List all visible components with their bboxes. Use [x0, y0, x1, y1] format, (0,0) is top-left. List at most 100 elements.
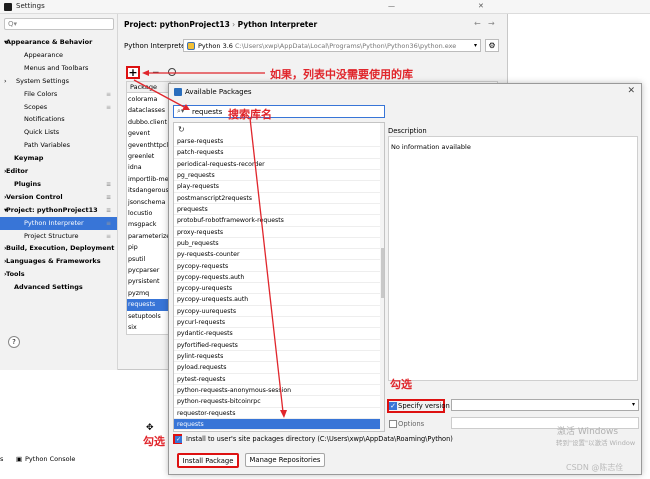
list-scrollbar[interactable]	[380, 123, 384, 431]
available-package-row[interactable]: pycopy-requests	[174, 261, 380, 272]
settings-search-input[interactable]: Q▾	[4, 18, 114, 30]
installed-package-row[interactable]: msgpack	[127, 219, 169, 231]
sidebar-item[interactable]: Menus and Toolbars	[0, 62, 117, 75]
sidebar-item[interactable]: ▾ Appearance & Behavior	[0, 36, 117, 49]
available-package-row[interactable]: pycopy-uurequests	[174, 306, 380, 318]
available-package-row[interactable]: pg_requests	[174, 170, 380, 182]
available-package-row[interactable]: play-requests	[174, 181, 380, 193]
installed-package-row[interactable]: colorama	[127, 94, 169, 106]
available-package-row[interactable]: pycopy-urequests	[174, 283, 380, 295]
installed-package-row[interactable]: setuptools	[127, 311, 169, 323]
installed-package-row[interactable]: six	[127, 322, 169, 334]
sidebar-item[interactable]: › System Settings	[0, 75, 117, 88]
installed-package-row[interactable]: jsonschema	[127, 197, 169, 209]
sidebar-item-label: Advanced Settings	[14, 283, 83, 292]
sidebar-item[interactable]: Advanced Settings	[0, 281, 117, 294]
sidebar-item-label: System Settings	[16, 76, 69, 85]
sidebar-item[interactable]: › Build, Execution, Deployment	[0, 242, 117, 255]
installed-package-row[interactable]: gevent	[127, 128, 169, 140]
remove-package-icon[interactable]: −	[152, 68, 160, 78]
available-package-row[interactable]: requests	[174, 419, 380, 431]
available-package-row[interactable]: python-requests-bitcoinrpc	[174, 396, 380, 408]
sidebar-item[interactable]: › Editor	[0, 165, 117, 178]
python-console-tab[interactable]: Python Console	[25, 455, 75, 463]
refresh-icon[interactable]: ↻	[178, 125, 185, 134]
available-package-row[interactable]: pylint-requests	[174, 351, 380, 363]
available-package-row[interactable]: pytest-requests	[174, 374, 380, 386]
available-package-row[interactable]: protobuf-robotframework-requests	[174, 215, 380, 227]
available-package-row[interactable]: postmanscript2requests	[174, 193, 380, 204]
app-icon	[4, 3, 12, 11]
installed-package-row[interactable]: idna	[127, 162, 169, 174]
installed-package-row[interactable]: greenlet	[127, 151, 169, 163]
sidebar-item[interactable]: › Version Control ≡	[0, 191, 117, 204]
sidebar-item[interactable]: Keymap	[0, 152, 117, 165]
installed-package-row[interactable]: dataclasses	[127, 105, 169, 117]
sidebar-item-label: Path Variables	[24, 141, 71, 150]
installed-package-row[interactable]: itsdangerous	[127, 185, 169, 197]
sidebar-item[interactable]: Notifications	[0, 113, 117, 126]
installed-package-row[interactable]: pyzmq	[127, 288, 169, 300]
gear-icon[interactable]: ⚙	[485, 39, 499, 52]
available-package-row[interactable]: prequests	[174, 204, 380, 216]
available-package-row[interactable]: pub_requests	[174, 238, 380, 250]
sidebar-item[interactable]: Project Structure ≡	[0, 230, 117, 243]
available-package-row[interactable]: parse-requests	[174, 136, 380, 148]
sidebar-item[interactable]: › Languages & Frameworks	[0, 255, 117, 268]
sidebar-item[interactable]: ▾ Project: pythonProject13 ≡	[0, 204, 117, 217]
options-checkbox[interactable]	[389, 420, 397, 428]
help-icon[interactable]: ?	[8, 336, 20, 348]
installed-package-row[interactable]: pyrsistent	[127, 276, 169, 288]
installed-package-row[interactable]: psutil	[127, 254, 169, 266]
sidebar-item[interactable]: Python Interpreter ≡	[0, 216, 117, 230]
chevron-right-icon[interactable]: ›	[4, 75, 7, 88]
sidebar-item[interactable]: Path Variables	[0, 139, 117, 152]
sidebar-item[interactable]: › Tools	[0, 268, 117, 281]
available-package-row[interactable]: py-requests-counter	[174, 249, 380, 261]
install-package-button[interactable]: Install Package	[177, 453, 239, 468]
add-package-button[interactable]: +	[126, 66, 140, 79]
install-to-user-checkbox[interactable]: ✓	[175, 436, 182, 443]
installed-package-row[interactable]: locustio	[127, 208, 169, 220]
close-icon[interactable]: ✕	[478, 2, 484, 10]
specify-version-checkbox[interactable]: ✓	[389, 402, 397, 410]
manage-repositories-button[interactable]: Manage Repositories	[245, 453, 325, 467]
available-package-row[interactable]: pycopy-urequests.auth	[174, 294, 380, 306]
available-package-row[interactable]: periodical-requests-recorder	[174, 159, 380, 170]
sidebar-item[interactable]: Plugins ≡	[0, 178, 117, 191]
available-package-row[interactable]: requestor-requests	[174, 408, 380, 419]
available-package-row[interactable]: pycopy-requests.auth	[174, 272, 380, 284]
close-icon[interactable]: ✕	[627, 86, 635, 96]
forward-arrow-icon[interactable]: →	[488, 19, 495, 28]
available-package-row[interactable]: pydantic-requests	[174, 328, 380, 340]
scrollbar-thumb[interactable]	[381, 248, 384, 298]
available-package-row[interactable]: pyfortified-requests	[174, 340, 380, 352]
available-package-row[interactable]: proxy-requests	[174, 227, 380, 238]
breadcrumb-project[interactable]: Project: pythonProject13	[124, 20, 230, 29]
installed-package-row[interactable]: pip	[127, 242, 169, 254]
interpreter-select[interactable]: Python 3.6 C:\Users\xwp\AppData\Local\Pr…	[183, 39, 481, 52]
available-package-row[interactable]: pycurl-requests	[174, 317, 380, 329]
sidebar-item-label: Quick Lists	[24, 128, 60, 137]
available-package-row[interactable]: python-requests-anonymous-session	[174, 385, 380, 397]
installed-package-row[interactable]: pycparser	[127, 265, 169, 277]
available-package-row[interactable]: pyload.requests	[174, 362, 380, 374]
installed-package-row[interactable]: typing-extens	[127, 333, 169, 334]
sidebar-item-label: Scopes	[24, 102, 48, 111]
back-arrow-icon[interactable]: ←	[474, 19, 481, 28]
sidebar-item[interactable]: Appearance	[0, 49, 117, 62]
show-early-releases-icon[interactable]	[168, 68, 176, 76]
package-column-header[interactable]: Package	[127, 82, 169, 93]
installed-package-row[interactable]: parameterize	[127, 231, 169, 243]
installed-package-row[interactable]: importlib-met	[127, 174, 169, 186]
sidebar-item[interactable]: Quick Lists	[0, 126, 117, 139]
available-package-row[interactable]: patch-requests	[174, 147, 380, 159]
installed-package-row[interactable]: geventhttpclie	[127, 140, 169, 152]
installed-package-row[interactable]: dubbo.client	[127, 117, 169, 129]
version-select[interactable]: ▾	[451, 399, 639, 411]
package-search-input[interactable]: ⌕▾ requests	[173, 105, 385, 118]
installed-package-row[interactable]: requests	[127, 299, 169, 311]
sidebar-item[interactable]: File Colors ≡	[0, 88, 117, 101]
minimize-icon[interactable]: —	[388, 2, 395, 10]
sidebar-item[interactable]: Scopes ≡	[0, 101, 117, 114]
